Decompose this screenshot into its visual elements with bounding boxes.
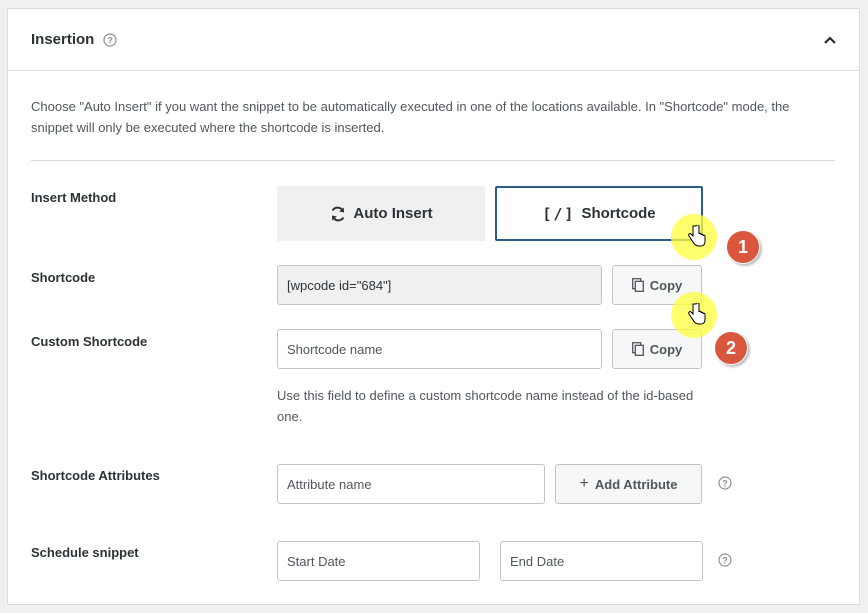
start-date-input[interactable] xyxy=(277,541,480,581)
custom-shortcode-label: Custom Shortcode xyxy=(31,334,148,349)
end-date-input[interactable] xyxy=(500,541,703,581)
svg-text:?: ? xyxy=(107,36,113,46)
custom-shortcode-description: Use this field to define a custom shortc… xyxy=(277,388,694,424)
step-badge-2: 2 xyxy=(714,331,748,365)
copy-label: Copy xyxy=(649,277,683,293)
add-attribute-label: Add Attribute xyxy=(594,476,678,492)
shortcode-icon: [/] xyxy=(542,204,576,223)
svg-text:?: ? xyxy=(722,556,728,566)
panel-title: Insertion xyxy=(31,31,95,48)
help-icon[interactable]: ? xyxy=(718,476,732,490)
chevron-up-icon[interactable] xyxy=(823,33,837,47)
plus-icon: + xyxy=(579,475,589,492)
custom-shortcode-input[interactable] xyxy=(277,329,602,369)
auto-insert-button[interactable]: Auto Insert xyxy=(277,186,485,241)
copy-label: Copy xyxy=(649,341,683,357)
add-attribute-button[interactable]: + Add Attribute xyxy=(555,464,702,504)
shortcode-attributes-label: Shortcode Attributes xyxy=(31,468,160,483)
hand-cursor-icon xyxy=(688,303,706,325)
divider xyxy=(31,160,835,161)
shortcode-field[interactable] xyxy=(277,265,602,305)
schedule-snippet-label: Schedule snippet xyxy=(31,545,139,560)
help-icon[interactable]: ? xyxy=(103,33,117,47)
copy-icon xyxy=(631,278,644,292)
copy-icon xyxy=(631,342,644,356)
svg-text:?: ? xyxy=(722,479,728,489)
hand-cursor-icon xyxy=(688,225,706,247)
step-badge-1: 1 xyxy=(726,230,760,264)
shortcode-method-label: Shortcode xyxy=(581,205,656,222)
panel-header[interactable]: Insertion ? xyxy=(8,9,859,71)
refresh-icon xyxy=(332,206,345,221)
attribute-name-input[interactable] xyxy=(277,464,545,504)
auto-insert-label: Auto Insert xyxy=(353,205,433,222)
help-icon[interactable]: ? xyxy=(718,553,732,567)
panel-description: Choose "Auto Insert" if you want the sni… xyxy=(31,99,790,135)
shortcode-label: Shortcode xyxy=(31,270,96,285)
insertion-panel: Insertion ? Choose "Auto Insert" if you … xyxy=(7,8,860,605)
insert-method-label: Insert Method xyxy=(31,190,117,205)
